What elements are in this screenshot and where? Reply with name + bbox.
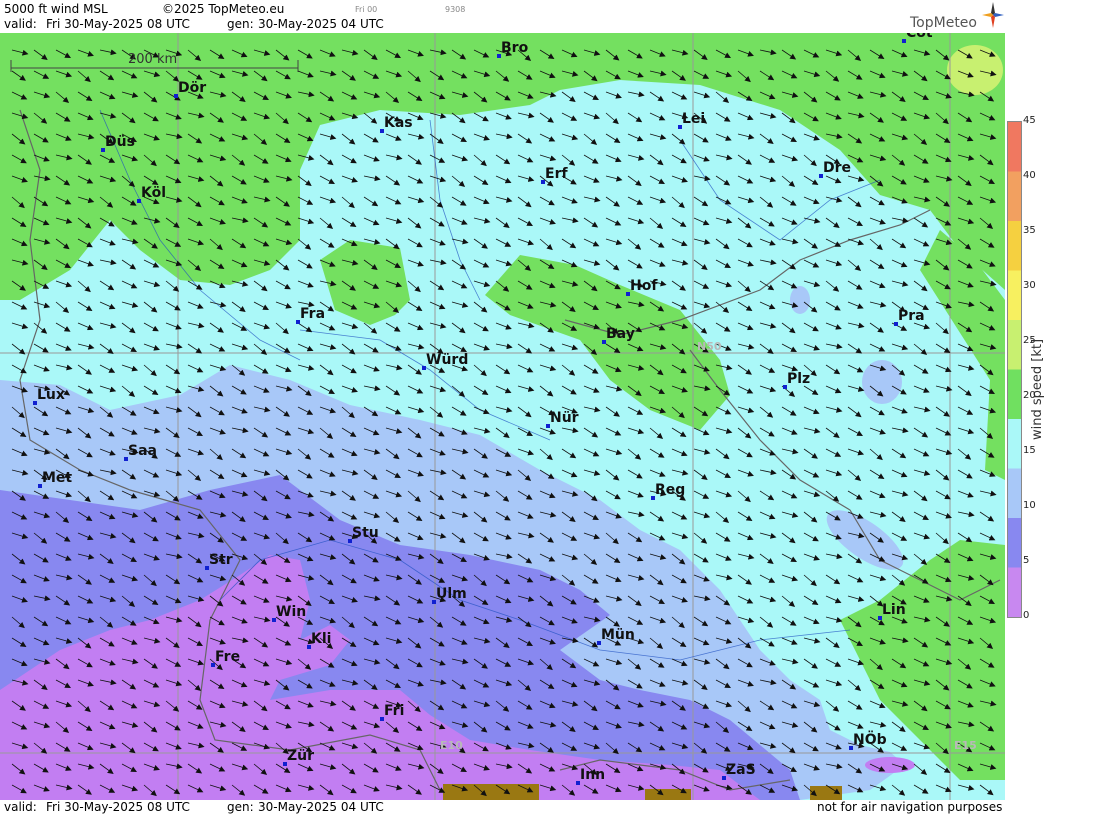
city-label-zurich[interactable]: Zür — [287, 749, 314, 763]
city-label-dortmund[interactable]: Dör — [178, 81, 206, 95]
scale-label: 200 km — [128, 52, 178, 67]
terrain-block — [443, 784, 539, 800]
blue-patch-plz — [790, 286, 810, 314]
legend-title: wind speed [kt] — [1030, 338, 1045, 440]
terrain-block — [645, 789, 691, 800]
footer-valid-label: valid: — [4, 800, 37, 814]
city-label-nob[interactable]: NÖb — [853, 733, 887, 747]
valid-label: valid: — [4, 17, 37, 31]
map-header: 5000 ft wind MSL ©2025 TopMeteo.eu Fri 0… — [0, 0, 1005, 34]
city-label-leipzig[interactable]: Lei — [682, 112, 705, 126]
city-label-koln[interactable]: Köl — [141, 186, 166, 200]
city-label-saarbrucken[interactable]: Saa — [128, 444, 157, 458]
city-label-plzen[interactable]: Plz — [787, 372, 810, 386]
city-label-strasbourg[interactable]: Str — [209, 553, 233, 567]
city-label-dresden[interactable]: Dre — [823, 161, 851, 175]
green-patch-cot — [947, 45, 1003, 95]
city-label-ulm[interactable]: Ulm — [436, 587, 467, 601]
city-label-nurnberg[interactable]: Nür — [550, 411, 579, 425]
city-label-stuttgart[interactable]: Stu — [352, 526, 379, 540]
legend-tick: 0 — [1023, 610, 1030, 621]
topmeteo-logo[interactable]: TopMeteo — [910, 15, 977, 31]
legend-tick: 10 — [1023, 500, 1036, 511]
map-footer: valid: Fri 30-May-2025 08 UTC gen: 30-Ma… — [0, 800, 1005, 814]
city-label-praha[interactable]: Pra — [898, 309, 925, 323]
city-label-bayreuth[interactable]: Bay — [606, 327, 635, 341]
legend-tick: 40 — [1023, 170, 1036, 181]
city-label-luxembourg[interactable]: Lux — [37, 388, 65, 402]
legend-tick: 30 — [1023, 280, 1036, 291]
city-label-innsbruck[interactable]: Inn — [580, 768, 605, 782]
grid-label-e15: E15 — [954, 739, 977, 752]
product-title: 5000 ft wind MSL — [4, 2, 108, 16]
grid-label-n50: N50 — [697, 340, 722, 353]
city-label-klippeneck[interactable]: Kli — [311, 632, 331, 646]
wind-speed-field — [0, 33, 1005, 800]
gen-label: gen: — [227, 17, 254, 31]
city-label-kassel[interactable]: Kas — [384, 116, 413, 130]
grid-label-e10: E10 — [440, 739, 463, 752]
city-label-brocken[interactable]: Bro — [501, 41, 528, 55]
city-label-hof[interactable]: Hof — [630, 279, 657, 293]
terrain-block — [810, 786, 842, 800]
run-code: Fri 00 — [355, 5, 378, 14]
legend-tick: 35 — [1023, 225, 1036, 236]
city-label-dusseldorf[interactable]: Düs — [105, 135, 135, 149]
city-label-freiburg[interactable]: Fre — [215, 650, 240, 664]
city-label-regensburg[interactable]: Reg — [655, 483, 685, 497]
map-code: 9308 — [445, 5, 466, 14]
city-label-winterberg[interactable]: Win — [276, 605, 306, 619]
compass-logo-icon — [982, 2, 1004, 28]
legend-tick: 45 — [1023, 115, 1036, 126]
legend-tick: 5 — [1023, 555, 1030, 566]
city-label-frankfurt[interactable]: Fra — [300, 307, 325, 321]
city-label-erfurt[interactable]: Erf — [545, 167, 568, 181]
city-label-metz[interactable]: Met — [42, 471, 72, 485]
wind-map[interactable]: N50 E10 E15 200 km Mün Bro Cot Dör Düs Kas Lei… — [0, 33, 1005, 800]
blue-patch-pra — [862, 360, 902, 404]
city-label-zas[interactable]: ZaS — [726, 763, 756, 777]
city-label-munchen[interactable]: Mün — [601, 628, 635, 642]
gen-time: 30-May-2025 04 UTC — [258, 17, 384, 31]
footer-gen-label: gen: — [227, 800, 254, 814]
valid-time: Fri 30-May-2025 08 UTC — [46, 17, 190, 31]
disclaimer: not for air navigation purposes — [817, 800, 1003, 814]
city-label-friedrichshafen[interactable]: Fri — [384, 704, 404, 718]
city-label-wurzburg[interactable]: Würd — [426, 353, 468, 367]
legend-tick: 15 — [1023, 445, 1036, 456]
city-label-linz[interactable]: Lin — [882, 603, 906, 617]
footer-valid-time: Fri 30-May-2025 08 UTC — [46, 800, 190, 814]
city-label-cottbus[interactable]: Cot — [906, 33, 933, 40]
color-scale-bar — [1007, 121, 1022, 618]
copyright-text: ©2025 TopMeteo.eu — [162, 2, 285, 16]
footer-gen-time: 30-May-2025 04 UTC — [258, 800, 384, 814]
